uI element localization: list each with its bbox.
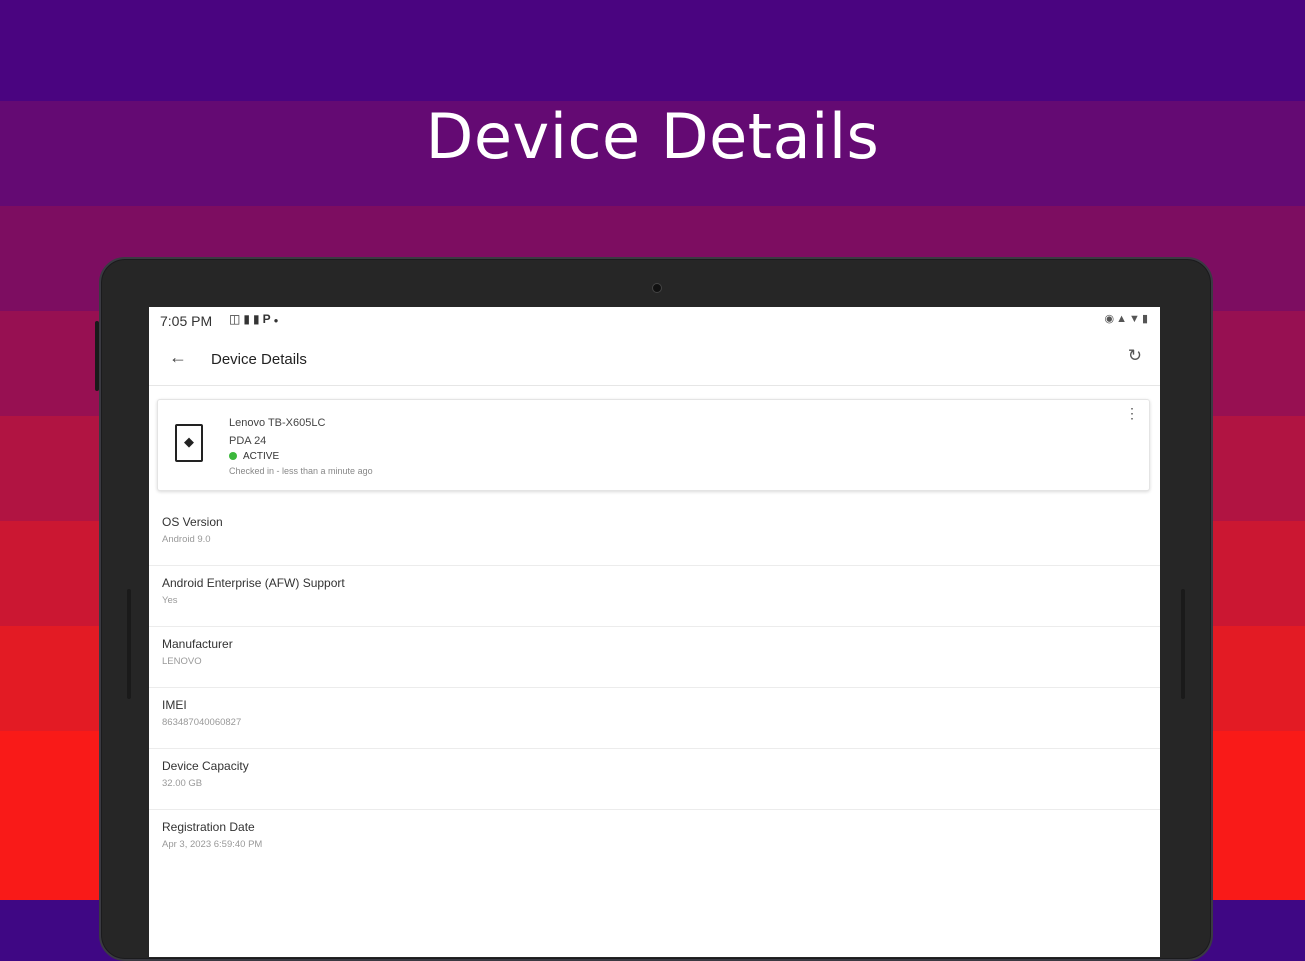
status-icons-left: ◫▮▮P● xyxy=(229,312,281,326)
app-bar: ← Device Details ↻ xyxy=(149,335,1160,386)
status-bar: 7:05 PM ◫▮▮P● ◉▲▼▮ xyxy=(149,307,1160,335)
sim-icon: ◫ xyxy=(229,312,244,326)
detail-value: 32.00 GB xyxy=(162,778,203,789)
detail-label: IMEI xyxy=(162,698,187,712)
front-camera-icon xyxy=(652,283,662,293)
detail-row-device-capacity: Device Capacity 32.00 GB xyxy=(149,748,1160,810)
signal-icon: ▲ xyxy=(1116,313,1130,325)
status-icons-right: ◉▲▼▮ xyxy=(1105,312,1150,325)
parking-icon: P xyxy=(262,312,274,326)
tablet-frame: 7:05 PM ◫▮▮P● ◉▲▼▮ ← Device Details ↻ ◆ … xyxy=(95,257,1213,961)
detail-label: Android Enterprise (AFW) Support xyxy=(162,576,345,590)
detail-value: LENOVO xyxy=(162,656,202,667)
detail-label: OS Version xyxy=(162,515,223,529)
folder-icon: ▮ xyxy=(243,312,253,326)
status-dot-icon xyxy=(229,452,237,460)
android-tablet-icon: ◆ xyxy=(175,424,203,462)
detail-value: Apr 3, 2023 6:59:40 PM xyxy=(162,839,263,850)
detail-label: Registration Date xyxy=(162,820,255,834)
detail-row-manufacturer: Manufacturer LENOVO xyxy=(149,626,1160,688)
background-band xyxy=(0,0,1305,101)
detail-label: Manufacturer xyxy=(162,637,233,651)
detail-row-os-version: OS Version Android 9.0 xyxy=(149,504,1160,566)
detail-value: Android 9.0 xyxy=(162,534,211,545)
camera-icon: ◉ xyxy=(1104,313,1117,325)
detail-row-registration-date: Registration Date Apr 3, 2023 6:59:40 PM xyxy=(149,809,1160,870)
battery-icon: ▮ xyxy=(1141,313,1150,325)
device-card[interactable]: ◆ Lenovo TB-X605LC PDA 24 ACTIVE Checked… xyxy=(157,399,1150,491)
wifi-icon: ▼ xyxy=(1129,313,1142,325)
status-badge: ACTIVE xyxy=(243,451,280,462)
checked-in-text: Checked in - less than a minute ago xyxy=(229,466,373,476)
side-button xyxy=(1181,589,1185,699)
dot-icon: ● xyxy=(273,316,282,325)
detail-row-imei: IMEI 863487040060827 xyxy=(149,687,1160,749)
side-button xyxy=(95,321,99,391)
android-glyph-icon: ◆ xyxy=(184,434,194,449)
more-vert-icon[interactable]: ⋮ xyxy=(1125,406,1139,420)
side-button xyxy=(127,589,131,699)
refresh-icon[interactable]: ↻ xyxy=(1128,346,1142,366)
detail-label: Device Capacity xyxy=(162,759,249,773)
app-bar-title: Device Details xyxy=(211,351,307,368)
detail-value: Yes xyxy=(162,595,178,606)
device-model: Lenovo TB-X605LC xyxy=(229,417,326,429)
hero-title: Device Details xyxy=(425,100,880,173)
detail-row-afw-support: Android Enterprise (AFW) Support Yes xyxy=(149,565,1160,627)
status-time: 7:05 PM xyxy=(160,313,213,329)
folder-icon: ▮ xyxy=(252,312,263,326)
tablet-screen: 7:05 PM ◫▮▮P● ◉▲▼▮ ← Device Details ↻ ◆ … xyxy=(149,307,1160,957)
arrow-back-icon[interactable]: ← xyxy=(169,347,187,368)
device-status: ACTIVE xyxy=(229,451,279,462)
device-label: PDA 24 xyxy=(229,435,267,447)
detail-value: 863487040060827 xyxy=(162,717,242,728)
